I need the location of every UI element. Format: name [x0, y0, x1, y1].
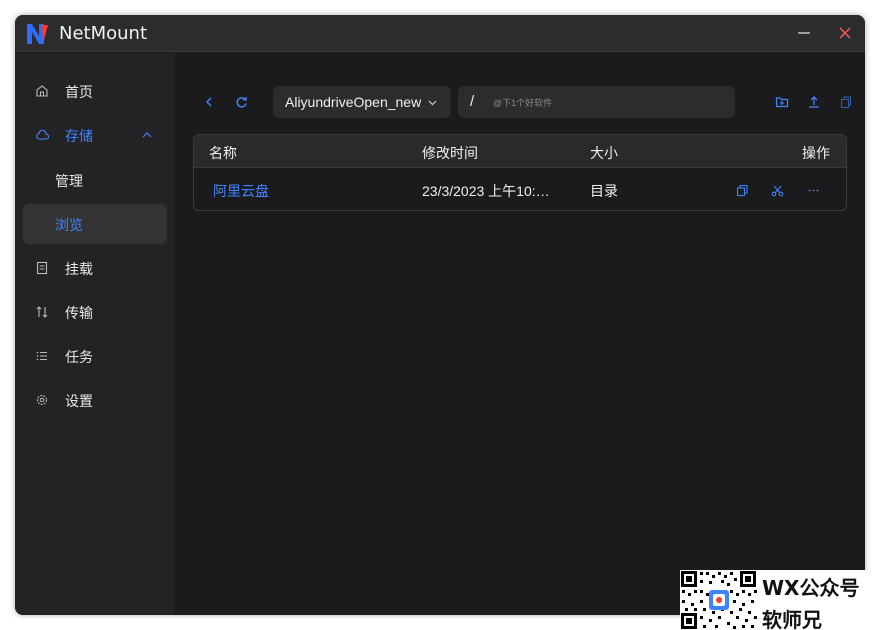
paste-button[interactable]: [835, 91, 857, 113]
close-icon: [839, 27, 851, 39]
file-table: 名称 修改时间 大小 操作 阿里云盘 23/3/2023 上午10:… 目录: [193, 134, 847, 211]
task-list-icon: [36, 351, 47, 361]
table-header: 名称 修改时间 大小 操作: [194, 135, 846, 168]
cut-button[interactable]: [769, 182, 785, 198]
qr-code-icon: [680, 570, 758, 630]
sidebar-item-label: 首页: [65, 84, 93, 100]
column-header-actions: 操作: [802, 145, 830, 161]
paste-icon: [840, 96, 852, 109]
new-folder-icon: [775, 97, 789, 108]
app-title: NetMount: [59, 23, 148, 44]
more-button[interactable]: [805, 182, 821, 198]
sidebar-item-home[interactable]: 首页: [23, 71, 167, 111]
upload-button[interactable]: [803, 91, 825, 113]
cut-icon: [771, 185, 783, 196]
sidebar-item-label: 传输: [65, 305, 93, 321]
chevron-up-icon: [142, 132, 152, 138]
sidebar-item-settings[interactable]: 设置: [23, 380, 167, 420]
sidebar-item-manage[interactable]: 管理: [23, 160, 167, 200]
copy-button[interactable]: [734, 182, 750, 198]
path-input[interactable]: / @下1个好软件: [458, 86, 735, 118]
sidebar-item-label: 设置: [65, 393, 93, 409]
back-button[interactable]: [198, 91, 220, 113]
sidebar-item-browse[interactable]: 浏览: [23, 204, 167, 244]
refresh-button[interactable]: [230, 91, 252, 113]
transfer-icon: [36, 306, 48, 318]
sidebar-item-tasks[interactable]: 任务: [23, 336, 167, 376]
title-bar: NetMount: [15, 15, 865, 52]
refresh-icon: [235, 96, 247, 107]
mount-icon: [36, 261, 48, 275]
file-name-link[interactable]: 阿里云盘: [213, 181, 269, 201]
netmount-logo-icon: [27, 24, 48, 44]
app-window: NetMount 首页 存储 管理 浏览 挂载 传输 任务 设置 Aliyund…: [15, 15, 865, 615]
column-header-modified[interactable]: 修改时间: [422, 143, 478, 163]
sidebar-item-label: 浏览: [55, 217, 83, 233]
column-header-name[interactable]: 名称: [209, 143, 237, 163]
storage-select-value: AliyundriveOpen_new: [285, 94, 422, 110]
watermark-line-2: 软师兄: [762, 608, 822, 630]
sidebar-item-transfer[interactable]: 传输: [23, 292, 167, 332]
sidebar-item-label: 挂载: [65, 261, 93, 277]
chevron-down-icon: [428, 100, 437, 106]
main-panel: AliyundriveOpen_new / @下1个好软件 名称 修改时间 大小…: [175, 53, 865, 615]
path-value: /: [470, 93, 475, 110]
new-folder-button[interactable]: [771, 91, 793, 113]
more-icon: [808, 189, 818, 191]
copy-icon: [736, 184, 748, 196]
column-header-size[interactable]: 大小: [590, 143, 618, 163]
path-placeholder: @下1个好软件: [493, 98, 553, 108]
minimize-button[interactable]: [791, 21, 817, 45]
home-icon: [36, 85, 48, 97]
sidebar-item-label: 管理: [55, 173, 83, 189]
sidebar-item-storage[interactable]: 存储: [23, 115, 167, 155]
sidebar-item-label: 存储: [65, 128, 93, 144]
file-modified: 23/3/2023 上午10:…: [422, 183, 550, 199]
sidebar: 首页 存储 管理 浏览 挂载 传输 任务 设置: [15, 53, 175, 615]
sidebar-item-mount[interactable]: 挂载: [23, 248, 167, 288]
minimize-icon: [798, 32, 810, 34]
close-button[interactable]: [832, 21, 858, 45]
file-size: 目录: [590, 183, 618, 199]
upload-icon: [809, 96, 819, 108]
cloud-icon: [36, 129, 49, 140]
table-row[interactable]: 阿里云盘 23/3/2023 上午10:… 目录: [194, 169, 846, 210]
watermark: WX公众号 软师兄: [680, 570, 880, 630]
sidebar-item-label: 任务: [65, 349, 93, 365]
gear-icon: [36, 394, 48, 406]
back-icon: [206, 97, 212, 107]
watermark-line-1: WX公众号: [762, 576, 860, 600]
storage-select[interactable]: AliyundriveOpen_new: [273, 86, 451, 118]
